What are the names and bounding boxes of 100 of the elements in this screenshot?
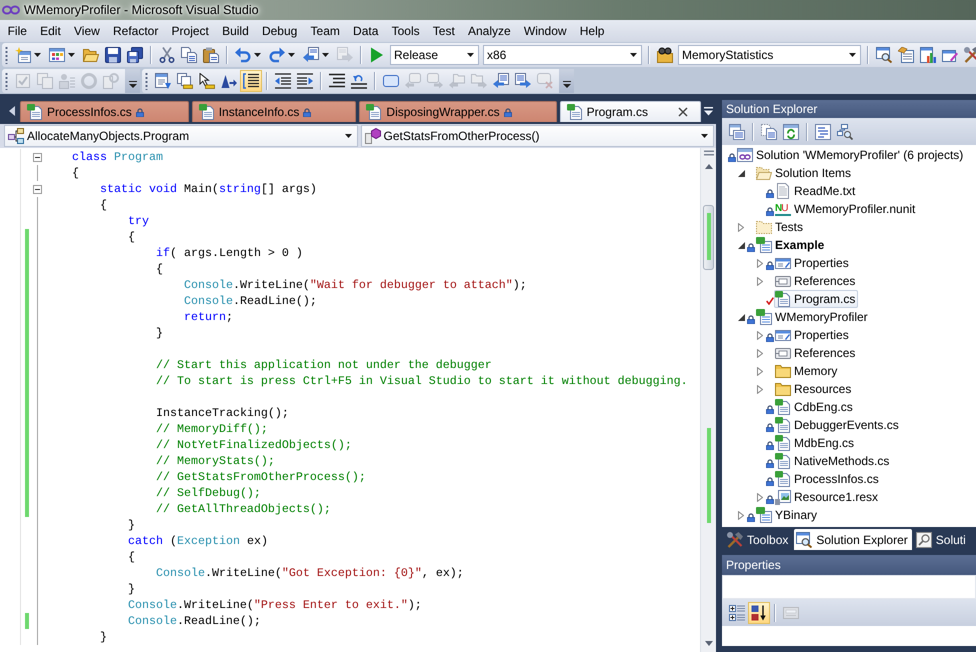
tree-item[interactable]: YBinary bbox=[755, 506, 820, 524]
grip-icon[interactable] bbox=[5, 46, 8, 64]
collapse-icon[interactable] bbox=[33, 152, 42, 162]
toolbar-button[interactable] bbox=[873, 44, 895, 66]
menu-item[interactable]: Refactor bbox=[106, 22, 165, 40]
folder-icon bbox=[83, 47, 99, 63]
tree-item[interactable]: NativeMethods.cs bbox=[774, 452, 892, 470]
type-dropdown[interactable]: AllocateManyObjects.Program bbox=[4, 125, 358, 147]
object-selector-field[interactable] bbox=[722, 575, 976, 599]
member-dropdown[interactable]: GetStatsFromOtherProcess() bbox=[360, 125, 714, 147]
page-left-icon bbox=[493, 73, 509, 89]
tree-item[interactable]: Properties bbox=[774, 254, 852, 272]
tree-item[interactable]: MdbEng.cs bbox=[774, 434, 858, 452]
menu-item[interactable]: Team bbox=[304, 22, 346, 40]
menu-item[interactable]: Debug bbox=[255, 22, 304, 40]
overflow-button[interactable] bbox=[559, 69, 574, 93]
combo-box[interactable]: MemoryStatistics bbox=[678, 45, 861, 65]
triangle-right-icon[interactable] bbox=[757, 384, 763, 394]
window-magnifier-icon bbox=[796, 532, 812, 548]
tab-list-icon[interactable] bbox=[704, 107, 713, 116]
code-line: // To start is press Ctrl+F5 in Visual Studio to start it without debugging. bbox=[156, 374, 688, 388]
tree-item[interactable]: Program.cs bbox=[774, 290, 858, 308]
scroll-left-icon[interactable] bbox=[9, 106, 15, 116]
tree-item[interactable]: Tests bbox=[755, 218, 806, 236]
menu-item[interactable]: Tools bbox=[385, 22, 426, 40]
tree-item[interactable]: Resources bbox=[774, 380, 854, 398]
document-tab[interactable]: ProcessInfos.cs bbox=[20, 101, 189, 122]
tree-item[interactable]: Resource1.resx bbox=[774, 488, 882, 506]
scroll-up-icon[interactable] bbox=[704, 164, 712, 169]
star-window-icon bbox=[15, 47, 31, 63]
toolbar-button[interactable] bbox=[240, 70, 262, 92]
menu-item[interactable]: Build bbox=[215, 22, 256, 40]
tree-item[interactable]: CdbEng.cs bbox=[774, 398, 856, 416]
document-tab[interactable]: DisposingWrapper.cs bbox=[359, 101, 557, 122]
refresh-icon bbox=[783, 124, 799, 140]
collapse-icon[interactable] bbox=[33, 184, 42, 194]
code-file-icon bbox=[775, 435, 791, 451]
triangle-right-icon[interactable] bbox=[757, 366, 763, 376]
triangle-down-icon[interactable] bbox=[738, 170, 744, 176]
tool-tab[interactable]: Solution Explorer bbox=[794, 529, 912, 550]
tree-item[interactable]: Example bbox=[755, 236, 828, 254]
triangle-right-icon[interactable] bbox=[757, 348, 763, 358]
tree-item[interactable]: Solution Items bbox=[755, 164, 854, 182]
triangle-right-icon[interactable] bbox=[757, 330, 763, 340]
splitter-icon[interactable] bbox=[704, 150, 714, 156]
tree-item[interactable]: ProcessInfos.cs bbox=[774, 470, 882, 488]
caret-icon bbox=[701, 134, 708, 138]
code-line: // SelfDebug(); bbox=[156, 486, 261, 500]
hammer-wrench-icon bbox=[727, 532, 743, 548]
close-icon[interactable] bbox=[678, 107, 688, 117]
menu-item[interactable]: File bbox=[1, 22, 34, 40]
text-file-icon bbox=[775, 183, 791, 199]
menu-item[interactable]: Help bbox=[573, 22, 612, 40]
triangle-right-icon[interactable] bbox=[757, 276, 763, 286]
combo-box[interactable]: x86 bbox=[483, 45, 642, 65]
file-type-label: NU bbox=[775, 202, 791, 216]
code-line: { bbox=[72, 166, 79, 180]
document-tab[interactable]: Program.cs bbox=[560, 101, 701, 122]
tree-item[interactable]: ReadMe.txt bbox=[774, 182, 858, 200]
tool-tab[interactable]: Soluti bbox=[914, 529, 970, 550]
triangle-down-icon[interactable] bbox=[738, 314, 744, 320]
caret-icon bbox=[562, 81, 570, 88]
tree-item[interactable]: NU WMemoryProfiler.nunit bbox=[774, 200, 918, 218]
code-line: } bbox=[100, 630, 107, 644]
menu-item[interactable]: Project bbox=[164, 22, 216, 40]
triangle-right-icon[interactable] bbox=[757, 492, 763, 502]
menu-item[interactable]: Window bbox=[517, 22, 574, 40]
grip-icon[interactable] bbox=[145, 72, 148, 90]
project-icon bbox=[756, 309, 772, 325]
tree-item[interactable]: Solution 'WMemoryProfiler' (6 projects) bbox=[736, 146, 966, 164]
tree-item[interactable]: Memory bbox=[774, 362, 840, 380]
triangle-down-icon[interactable] bbox=[738, 242, 744, 248]
menu-item[interactable]: Analyze bbox=[461, 22, 518, 40]
toolbar-button[interactable] bbox=[748, 602, 770, 624]
tool-tab[interactable]: Toolbox bbox=[725, 529, 792, 550]
scroll-down-icon[interactable] bbox=[704, 641, 712, 646]
combo-box[interactable]: Release bbox=[390, 45, 479, 65]
tree-item[interactable]: References bbox=[774, 344, 858, 362]
document-tab[interactable]: InstanceInfo.cs bbox=[192, 101, 356, 122]
vertical-scrollbar[interactable] bbox=[700, 148, 716, 652]
tree-item[interactable]: WMemoryProfiler bbox=[755, 308, 871, 326]
window-pen-icon bbox=[942, 47, 958, 63]
menu-item[interactable]: Test bbox=[426, 22, 462, 40]
tree-item[interactable]: DebuggerEvents.cs bbox=[774, 416, 902, 434]
triangle-right-icon[interactable] bbox=[738, 510, 744, 520]
triangle-right-icon[interactable] bbox=[738, 222, 744, 232]
word-wrap-icon bbox=[243, 73, 259, 89]
code-line: // GetStatsFromOtherProcess(); bbox=[156, 470, 366, 484]
code-file-icon bbox=[775, 417, 791, 433]
triangle-right-icon[interactable] bbox=[757, 258, 763, 268]
page-ring-icon bbox=[103, 73, 119, 89]
grip-icon[interactable] bbox=[5, 72, 8, 90]
menu-item[interactable]: Data bbox=[346, 22, 385, 40]
toolbar-button[interactable] bbox=[124, 44, 146, 66]
menu-item[interactable]: Edit bbox=[34, 22, 68, 40]
overflow-button[interactable] bbox=[125, 69, 140, 93]
toolbar-button[interactable] bbox=[102, 44, 124, 66]
tree-item[interactable]: Properties bbox=[774, 326, 852, 344]
tree-item[interactable]: References bbox=[774, 272, 858, 290]
menu-item[interactable]: View bbox=[67, 22, 106, 40]
